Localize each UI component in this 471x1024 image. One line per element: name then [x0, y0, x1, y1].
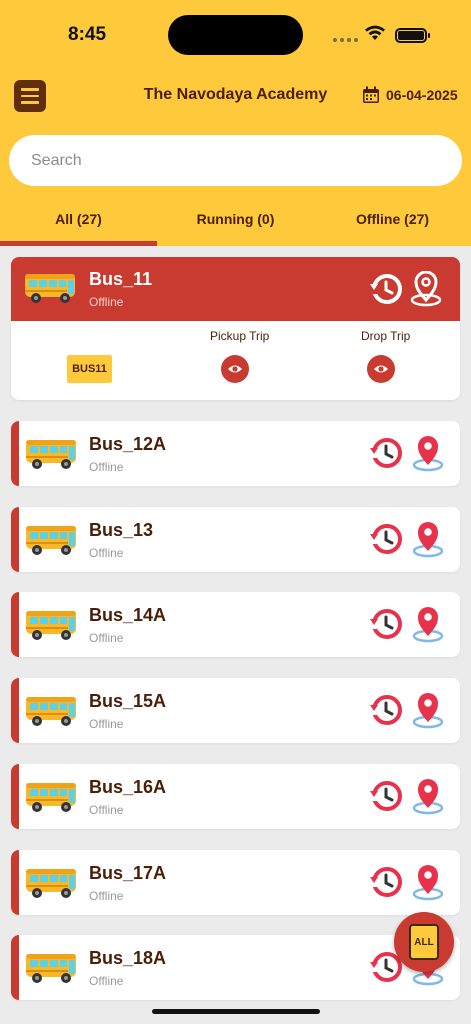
location-pin-icon[interactable]: [411, 520, 445, 558]
bus-card[interactable]: Bus_18A Offline: [11, 935, 460, 1001]
dynamic-island: [168, 15, 303, 55]
bus-name: Bus_15A: [89, 691, 167, 712]
bus-status: Offline: [89, 717, 124, 732]
status-bar: 8:45: [0, 0, 471, 70]
filter-all-fab[interactable]: ALL: [394, 912, 454, 972]
location-pin-icon[interactable]: [411, 777, 445, 815]
bus-status: Offline: [89, 974, 124, 989]
bus-name: Bus_18A: [89, 948, 167, 969]
status-time: 8:45: [68, 24, 107, 45]
bus-card[interactable]: Bus_14A Offline: [11, 592, 460, 658]
bus-name: Bus_11: [89, 269, 153, 289]
tab-running[interactable]: Running (0): [157, 200, 314, 246]
bus-name: Bus_14A: [89, 605, 167, 626]
bus-card[interactable]: Bus_17A Offline: [11, 849, 460, 915]
date-display[interactable]: 06-04-2025: [362, 86, 458, 104]
bus-name: Bus_17A: [89, 862, 167, 883]
bus-status: Offline: [89, 888, 124, 903]
history-icon[interactable]: [369, 866, 403, 898]
fab-label: ALL: [414, 936, 434, 948]
plate-badge: BUS11: [67, 355, 112, 383]
drop-trip-label: Drop Trip: [361, 329, 411, 343]
bus-card-header[interactable]: Bus_11 Offline: [11, 257, 460, 321]
bus-status: Offline: [89, 295, 124, 309]
eye-icon: [228, 365, 242, 373]
tab-all[interactable]: All (27): [0, 200, 157, 246]
history-icon[interactable]: [369, 780, 403, 812]
bus-icon: [26, 782, 76, 812]
bus-icon: [26, 954, 76, 984]
history-icon[interactable]: [369, 437, 403, 469]
history-icon[interactable]: [369, 273, 403, 305]
history-icon[interactable]: [369, 694, 403, 726]
tab-offline[interactable]: Offline (27): [314, 200, 471, 246]
bus-card[interactable]: Bus_12A Offline: [11, 421, 460, 486]
bus-name: Bus_13: [89, 519, 154, 540]
bus-card[interactable]: Bus_15A Offline: [11, 678, 460, 744]
signal-icon: [333, 38, 358, 42]
bus-status: Offline: [89, 545, 124, 560]
location-pin-icon[interactable]: [409, 271, 443, 307]
location-pin-icon[interactable]: [411, 691, 445, 729]
drop-trip-view-button[interactable]: [367, 355, 395, 383]
bus-card[interactable]: Bus_13 Offline: [11, 506, 460, 572]
location-pin-icon[interactable]: [411, 605, 445, 643]
bus-icon: [26, 611, 76, 641]
pickup-trip-label: Pickup Trip: [210, 329, 270, 343]
calendar-icon: [363, 86, 379, 103]
history-icon[interactable]: [369, 608, 403, 640]
history-icon[interactable]: [369, 523, 403, 555]
bus-icon: [26, 697, 76, 727]
search-input[interactable]: [9, 135, 462, 186]
date-text: 06-04-2025: [386, 87, 458, 103]
bus-icon: [26, 525, 76, 555]
location-pin-icon[interactable]: [411, 434, 445, 472]
pickup-trip-view-button[interactable]: [221, 355, 249, 383]
bus-card-expanded[interactable]: Bus_11 Offline Pickup Trip Drop Trip BUS…: [11, 257, 460, 400]
bus-card[interactable]: Bus_16A Offline: [11, 763, 460, 829]
wifi-icon: [365, 25, 385, 40]
bus-icon: [25, 274, 75, 303]
location-pin-icon[interactable]: [411, 863, 445, 901]
bus-front-icon: ALL: [409, 924, 439, 960]
home-indicator[interactable]: [152, 1009, 320, 1014]
app-header: 8:45 The Navodaya Academy 06-04-2025 All…: [0, 0, 471, 246]
filter-tabs: All (27) Running (0) Offline (27): [0, 200, 471, 246]
eye-icon: [374, 365, 388, 373]
battery-icon: [395, 28, 430, 43]
bus-icon: [26, 440, 76, 469]
bus-name: Bus_12A: [89, 434, 167, 454]
bus-status: Offline: [89, 460, 124, 474]
bus-name: Bus_16A: [89, 776, 167, 797]
bus-status: Offline: [89, 631, 124, 646]
bus-status: Offline: [89, 802, 124, 817]
bus-icon: [26, 868, 76, 898]
